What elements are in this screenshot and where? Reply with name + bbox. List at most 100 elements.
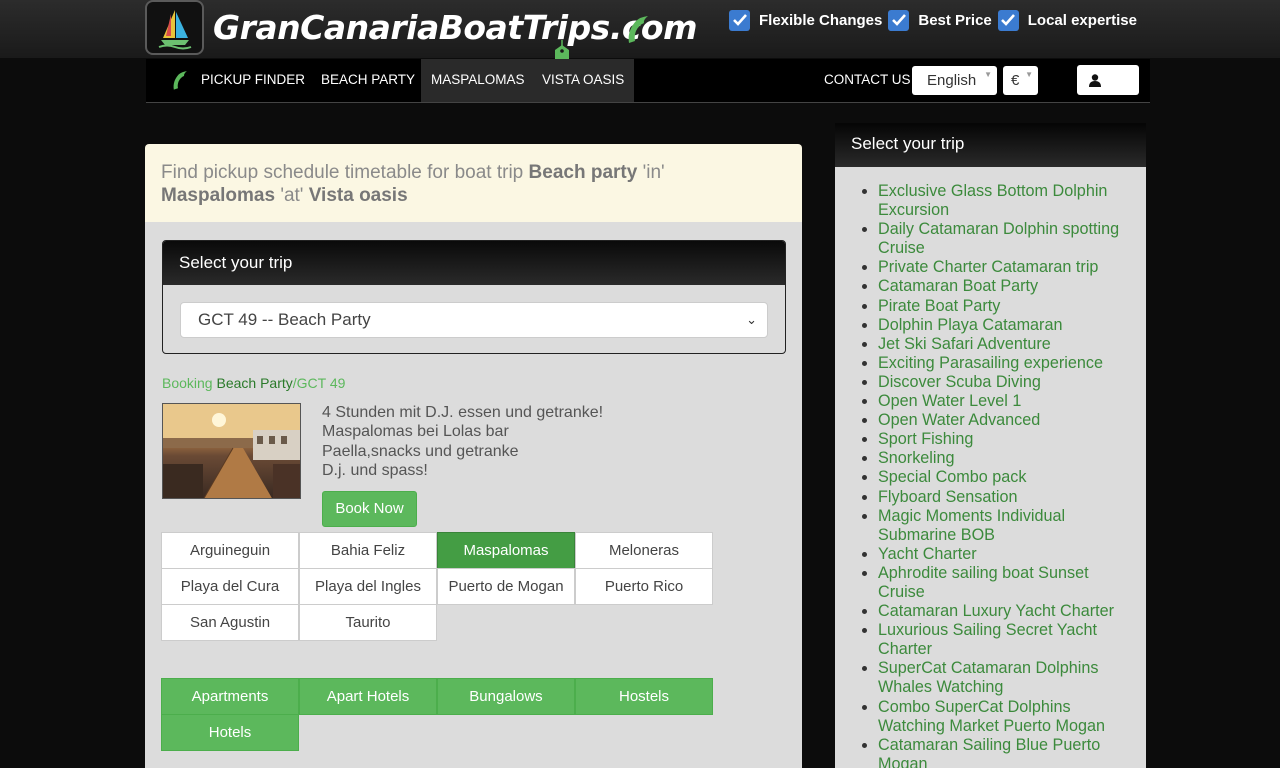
list-item: Flyboard Sensation <box>878 488 1134 507</box>
list-item: Catamaran Boat Party <box>878 277 1134 296</box>
list-item: Yacht Charter <box>878 545 1134 564</box>
town-arguineguin[interactable]: Arguineguin <box>161 532 299 569</box>
dolphin-icon <box>628 16 648 43</box>
trip-link[interactable]: Open Water Level 1 <box>878 392 1021 410</box>
trip-link[interactable]: Catamaran Sailing Blue Puerto Mogan <box>878 736 1100 768</box>
trip-link[interactable]: Snorkeling <box>878 449 955 467</box>
breadcrumb-trip[interactable]: Beach Party <box>216 375 292 391</box>
feature-local-expertise: Local expertise <box>997 9 1137 31</box>
trip-link[interactable]: Sport Fishing <box>878 430 973 448</box>
notice-town: Maspalomas <box>161 185 276 206</box>
trip-description: 4 Stunden mit D.J. essen und getranke! M… <box>322 403 603 480</box>
accommodation-hotels[interactable]: Hotels <box>161 714 299 751</box>
notice-in: 'in' <box>637 162 665 183</box>
list-item: Daily Catamaran Dolphin spotting Cruise <box>878 220 1134 258</box>
site-title[interactable]: GranCanariaBoatTrips.com <box>213 6 697 50</box>
breadcrumb: Booking Beach Party/GCT 49 <box>162 375 345 391</box>
language-select[interactable]: English ▼ <box>912 66 997 95</box>
trip-link[interactable]: Dolphin Playa Catamaran <box>878 316 1062 334</box>
list-item: Catamaran Sailing Blue Puerto Mogan <box>878 736 1134 768</box>
trip-link[interactable]: Open Water Advanced <box>878 411 1040 429</box>
trip-link[interactable]: Exclusive Glass Bottom Dolphin Excursion <box>878 182 1107 219</box>
list-item: Sport Fishing <box>878 430 1134 449</box>
trip-link[interactable]: Exciting Parasailing experience <box>878 354 1103 372</box>
accommodation-bungalows[interactable]: Bungalows <box>437 678 575 715</box>
caret-down-icon: ▼ <box>1025 70 1033 79</box>
town-playa-del-cura[interactable]: Playa del Cura <box>161 568 299 605</box>
nav-vista-oasis[interactable]: VISTA OASIS <box>532 59 635 102</box>
town-bahia-feliz[interactable]: Bahia Feliz <box>299 532 437 569</box>
accommodation-apartments[interactable]: Apartments <box>161 678 299 715</box>
description-line: 4 Stunden mit D.J. essen und getranke! <box>322 404 604 421</box>
caret-down-icon: ▼ <box>984 70 992 79</box>
trip-link[interactable]: Daily Catamaran Dolphin spotting Cruise <box>878 220 1119 257</box>
trip-link[interactable]: Luxurious Sailing Secret Yacht Charter <box>878 621 1097 658</box>
trip-thumbnail <box>162 403 301 499</box>
town-maspalomas[interactable]: Maspalomas <box>437 532 575 569</box>
trip-link[interactable]: Catamaran Boat Party <box>878 277 1038 295</box>
notice-prefix: Find pickup schedule timetable for boat … <box>161 162 529 183</box>
trip-link[interactable]: Catamaran Luxury Yacht Charter <box>878 602 1114 620</box>
book-now-button[interactable]: Book Now <box>322 491 417 527</box>
trip-select-value: GCT 49 -- Beach Party <box>198 310 371 329</box>
list-item: Open Water Level 1 <box>878 392 1134 411</box>
checkmark-icon <box>729 9 750 31</box>
dolphin-icon[interactable] <box>170 69 190 91</box>
trip-link[interactable]: Discover Scuba Diving <box>878 373 1041 391</box>
list-item: Special Combo pack <box>878 468 1134 487</box>
trip-link[interactable]: Private Charter Catamaran trip <box>878 258 1098 276</box>
checkmark-icon <box>888 9 910 31</box>
list-item: Discover Scuba Diving <box>878 373 1134 392</box>
main-nav: PICKUP FINDER BEACH PARTY MASPALOMAS VIS… <box>146 59 1150 103</box>
trip-select-box: Select your trip GCT 49 -- Beach Party ⌄ <box>162 240 786 354</box>
pickup-notice: Find pickup schedule timetable for boat … <box>145 144 802 222</box>
main-panel: Select your trip GCT 49 -- Beach Party ⌄… <box>145 222 802 768</box>
accommodation-hostels[interactable]: Hostels <box>575 678 713 715</box>
sailboat-logo-icon[interactable] <box>145 0 204 55</box>
list-item: Aphrodite sailing boat Sunset Cruise <box>878 564 1134 602</box>
currency-select[interactable]: € ▼ <box>1003 66 1038 95</box>
town-puerto-de-mogan[interactable]: Puerto de Mogan <box>437 568 575 605</box>
user-account-button[interactable] <box>1077 65 1139 95</box>
header: GranCanariaBoatTrips.com Flexible Change… <box>0 0 1280 73</box>
list-item: Magic Moments Individual Submarine BOB <box>878 507 1134 545</box>
notice-at: 'at' <box>275 185 309 206</box>
trip-link[interactable]: SuperCat Catamaran Dolphins Whales Watch… <box>878 659 1098 696</box>
town-playa-del-ingles[interactable]: Playa del Ingles <box>299 568 437 605</box>
trip-link[interactable]: Magic Moments Individual Submarine BOB <box>878 507 1065 544</box>
list-item: Luxurious Sailing Secret Yacht Charter <box>878 621 1134 659</box>
chevron-down-icon: ⌄ <box>746 312 757 327</box>
nav-beach-party[interactable]: BEACH PARTY <box>311 59 425 102</box>
trip-select-heading: Select your trip <box>163 241 785 285</box>
trip-list: Exclusive Glass Bottom Dolphin Excursion… <box>835 167 1146 768</box>
trip-link[interactable]: Yacht Charter <box>878 545 977 563</box>
list-item: Private Charter Catamaran trip <box>878 258 1134 277</box>
breadcrumb-code[interactable]: /GCT 49 <box>293 375 346 391</box>
trip-select[interactable]: GCT 49 -- Beach Party ⌄ <box>180 302 768 338</box>
list-item: Dolphin Playa Catamaran <box>878 316 1134 335</box>
notice-hotel: Vista oasis <box>308 185 408 206</box>
accommodation-apart-hotels[interactable]: Apart Hotels <box>299 678 437 715</box>
breadcrumb-booking[interactable]: Booking <box>162 375 216 391</box>
town-san-agustin[interactable]: San Agustin <box>161 604 299 641</box>
town-meloneras[interactable]: Meloneras <box>575 532 713 569</box>
list-item: Catamaran Luxury Yacht Charter <box>878 602 1134 621</box>
checkmark-icon <box>997 9 1019 31</box>
trip-link[interactable]: Combo SuperCat Dolphins Watching Market … <box>878 698 1105 735</box>
notice-trip: Beach party <box>528 162 638 183</box>
trip-link[interactable]: Jet Ski Safari Adventure <box>878 335 1051 353</box>
list-item: Jet Ski Safari Adventure <box>878 335 1134 354</box>
nav-pickup-finder[interactable]: PICKUP FINDER <box>191 59 315 102</box>
list-item: Pirate Boat Party <box>878 297 1134 316</box>
description-line: D.j. und spass! <box>322 461 428 479</box>
feature-best-price: Best Price <box>888 9 992 31</box>
trip-link[interactable]: Flyboard Sensation <box>878 488 1017 506</box>
trip-link[interactable]: Aphrodite sailing boat Sunset Cruise <box>878 564 1089 601</box>
trip-link[interactable]: Pirate Boat Party <box>878 297 1000 315</box>
town-taurito[interactable]: Taurito <box>299 604 437 641</box>
nav-contact-us[interactable]: CONTACT US <box>814 59 921 102</box>
trip-link[interactable]: Special Combo pack <box>878 468 1026 486</box>
nav-maspalomas[interactable]: MASPALOMAS <box>421 59 535 102</box>
description-line: Maspalomas bei Lolas bar <box>322 423 509 441</box>
town-puerto-rico[interactable]: Puerto Rico <box>575 568 713 605</box>
